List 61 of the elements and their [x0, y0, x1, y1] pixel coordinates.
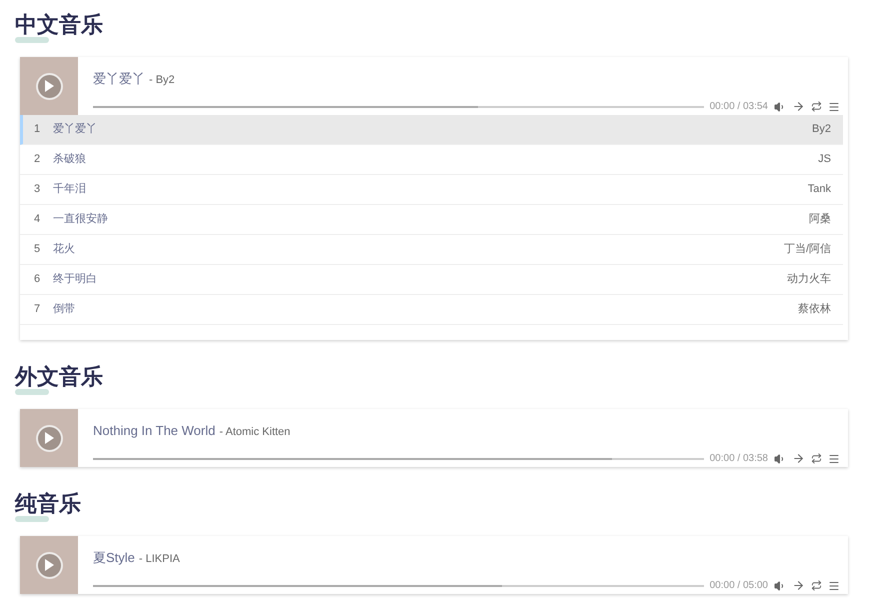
play-button[interactable] — [36, 424, 62, 452]
time-display: 00:00 / 05:00 — [710, 579, 768, 593]
section-heading: 中文音乐 — [15, 11, 103, 37]
arrow-right-icon[interactable] — [792, 100, 805, 113]
play-icon — [44, 559, 54, 571]
track-artist: JS — [818, 152, 831, 168]
time-display: 00:00 / 03:58 — [710, 452, 768, 466]
playlist-row[interactable]: 5 花火 丁当/阿信 — [20, 235, 843, 265]
song-title: 夏Style — [93, 549, 135, 567]
track-number: 3 — [34, 182, 42, 198]
play-button[interactable] — [36, 552, 62, 578]
arrow-right-icon[interactable] — [792, 579, 805, 592]
play-icon — [44, 80, 54, 92]
song-artist: - Atomic Kitten — [219, 425, 290, 440]
track-title: 终于明白 — [53, 272, 98, 288]
menu-icon[interactable] — [828, 100, 840, 112]
playlist-row[interactable]: 1 爱丫爱丫 By2 — [20, 115, 843, 145]
section-heading: 纯音乐 — [15, 490, 81, 516]
volume-icon[interactable] — [774, 100, 786, 112]
song-artist: - LIKPIA — [138, 552, 180, 567]
track-number: 1 — [34, 122, 42, 138]
time-display: 00:00 / 03:54 — [710, 100, 768, 114]
track-number: 6 — [34, 272, 42, 288]
volume-icon[interactable] — [774, 452, 786, 464]
repeat-icon[interactable] — [811, 580, 822, 591]
track-artist: By2 — [812, 122, 831, 138]
track-title: 爱丫爱丫 — [53, 122, 98, 138]
track-title: 杀破狼 — [53, 152, 87, 168]
track-number: 2 — [34, 152, 42, 168]
playlist-row[interactable]: 3 千年泪 Tank — [20, 175, 843, 205]
repeat-icon[interactable] — [811, 101, 822, 112]
track-title: 倒带 — [53, 302, 76, 318]
section-heading: 外文音乐 — [15, 363, 103, 389]
play-button[interactable] — [36, 72, 62, 100]
repeat-icon[interactable] — [811, 453, 822, 464]
playlist-row[interactable]: 2 杀破狼 JS — [20, 145, 843, 175]
playlist-row[interactable]: 6 终于明白 动力火车 — [20, 265, 843, 295]
track-artist: Tank — [808, 182, 831, 198]
play-icon — [44, 432, 54, 444]
track-artist: 阿桑 — [809, 212, 831, 228]
track-artist: 动力火车 — [787, 272, 831, 288]
playlist-row[interactable]: 7 倒带 蔡依林 — [20, 295, 843, 325]
menu-icon[interactable] — [828, 452, 840, 464]
track-artist: 丁当/阿信 — [784, 242, 831, 258]
song-title: Nothing In The World — [93, 422, 216, 440]
menu-icon[interactable] — [828, 580, 840, 592]
heading-underline — [15, 389, 49, 395]
song-artist: - By2 — [149, 73, 175, 88]
playlist-row[interactable]: 4 一直很安静 阿桑 — [20, 205, 843, 235]
track-number: 7 — [34, 302, 42, 318]
heading-underline — [15, 516, 49, 522]
track-title: 一直很安静 — [53, 212, 109, 228]
track-title: 千年泪 — [53, 182, 87, 198]
volume-icon[interactable] — [774, 580, 786, 592]
track-number: 4 — [34, 212, 42, 228]
heading-underline — [15, 37, 49, 43]
song-title: 爱丫爱丫 — [93, 70, 145, 88]
track-number: 5 — [34, 242, 42, 258]
track-artist: 蔡依林 — [798, 302, 831, 318]
arrow-right-icon[interactable] — [792, 452, 805, 465]
track-title: 花火 — [53, 242, 76, 258]
